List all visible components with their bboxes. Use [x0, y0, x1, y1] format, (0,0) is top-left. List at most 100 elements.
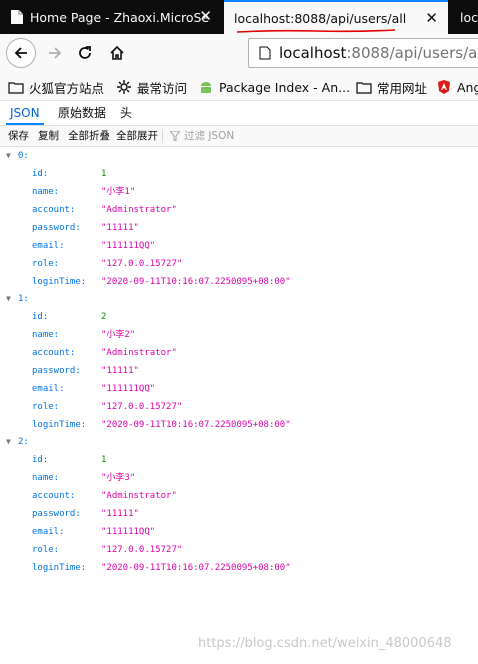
- json-value: "127.0.0.15727": [101, 545, 183, 555]
- json-field-row: email: "111111QQ": [0, 523, 478, 541]
- bookmark-angular[interactable]: Ang: [436, 78, 478, 96]
- folder-icon: [356, 80, 372, 94]
- bookmark-package-index[interactable]: Package Index - An...: [198, 78, 350, 96]
- json-field-row: password: "11111": [0, 219, 478, 237]
- forward-button[interactable]: [40, 38, 70, 68]
- json-key: account:: [32, 205, 76, 215]
- json-value: "11111": [101, 223, 139, 233]
- json-key: role:: [32, 259, 60, 269]
- expand-toggle-icon[interactable]: ▼: [6, 290, 11, 308]
- json-toolbar: 保存 复制 全部折叠 全部展开 过滤 JSON: [0, 126, 478, 147]
- json-value: "111111QQ": [101, 527, 156, 537]
- json-value: "Adminstrator": [101, 205, 177, 215]
- collapse-all-button[interactable]: 全部折叠: [68, 126, 110, 146]
- url-bar[interactable]: localhost:8088/api/users/all: [248, 38, 478, 68]
- tab-title: loc: [460, 9, 478, 25]
- json-field-row: loginTime: "2020-09-11T10:16:07.2250095+0…: [0, 273, 478, 291]
- url-host: localhost: [279, 44, 347, 62]
- json-key: role:: [32, 402, 60, 412]
- angular-icon: [436, 80, 452, 94]
- filter-json-input[interactable]: 过滤 JSON: [170, 126, 234, 146]
- json-index: 1:: [18, 294, 29, 304]
- json-key: email:: [32, 527, 65, 537]
- json-value: 1: [101, 455, 107, 465]
- json-key: password:: [32, 223, 81, 233]
- json-value: "Adminstrator": [101, 348, 177, 358]
- expand-all-button[interactable]: 全部展开: [116, 126, 158, 146]
- arrow-left-icon: [14, 47, 27, 59]
- url-path: :8088/api/users/all: [346, 44, 478, 62]
- json-key: id:: [32, 169, 49, 179]
- bookmark-firefox-site[interactable]: 火狐官方站点: [8, 78, 104, 96]
- home-button[interactable]: [102, 38, 132, 68]
- json-key: name:: [32, 473, 60, 483]
- json-value: "11111": [101, 509, 139, 519]
- json-key: loginTime:: [32, 277, 87, 287]
- save-button[interactable]: 保存: [8, 126, 29, 146]
- bookmark-common-sites[interactable]: 常用网址: [356, 78, 427, 96]
- json-key: account:: [32, 491, 76, 501]
- json-key: name:: [32, 330, 60, 340]
- json-value: "小李2": [101, 330, 136, 340]
- back-button[interactable]: [6, 38, 36, 68]
- home-icon: [110, 45, 124, 60]
- json-field-row: name: "小李3": [0, 469, 478, 487]
- json-index: 2:: [18, 437, 29, 447]
- android-icon: [198, 80, 214, 94]
- json-field-row: name: "小李1": [0, 183, 478, 201]
- json-field-row: password: "11111": [0, 362, 478, 380]
- tab-strip: Home Page - Zhaoxi.MicroSe ✕ localhost:8…: [0, 0, 478, 34]
- json-field-row: role: "127.0.0.15727": [0, 541, 478, 559]
- json-field-row: password: "11111": [0, 505, 478, 523]
- json-key: email:: [32, 241, 65, 251]
- json-object-row[interactable]: ▼ 2:: [0, 433, 478, 451]
- page-icon: [11, 10, 23, 24]
- filter-icon: [170, 131, 180, 141]
- json-field-row: loginTime: "2020-09-11T10:16:07.2250095+0…: [0, 559, 478, 577]
- reload-icon: [79, 46, 91, 59]
- json-key: email:: [32, 384, 65, 394]
- json-viewer-tabs: JSON 原始数据 头: [0, 101, 478, 126]
- json-value: "2020-09-11T10:16:07.2250095+08:00": [101, 563, 291, 573]
- json-object-row[interactable]: ▼ 1:: [0, 290, 478, 308]
- json-field-row: id: 2: [0, 308, 478, 326]
- json-value: "127.0.0.15727": [101, 259, 183, 269]
- json-key: role:: [32, 545, 60, 555]
- expand-toggle-icon[interactable]: ▼: [6, 433, 11, 451]
- json-key: id:: [32, 312, 49, 322]
- json-field-row: name: "小李2": [0, 326, 478, 344]
- tab-home-page[interactable]: Home Page - Zhaoxi.MicroSe ✕: [0, 0, 222, 34]
- tab-headers[interactable]: 头: [120, 101, 132, 125]
- json-value: "Adminstrator": [101, 491, 177, 501]
- json-value: 2: [101, 312, 107, 322]
- json-value: "2020-09-11T10:16:07.2250095+08:00": [101, 420, 291, 430]
- copy-button[interactable]: 复制: [38, 126, 59, 146]
- reload-button[interactable]: [70, 38, 100, 68]
- json-field-row: account: "Adminstrator": [0, 201, 478, 219]
- bookmark-most-visited[interactable]: 最常访问: [116, 78, 187, 96]
- json-value: "2020-09-11T10:16:07.2250095+08:00": [101, 277, 291, 287]
- json-object-row[interactable]: ▼ 0:: [0, 147, 478, 165]
- close-tab-icon[interactable]: ✕: [425, 10, 438, 26]
- json-field-row: account: "Adminstrator": [0, 344, 478, 362]
- close-tab-icon[interactable]: ✕: [199, 8, 212, 24]
- navigation-toolbar: localhost:8088/api/users/all: [0, 34, 478, 74]
- json-key: account:: [32, 348, 76, 358]
- json-key: id:: [32, 455, 49, 465]
- json-key: name:: [32, 187, 60, 197]
- tab-json[interactable]: JSON: [6, 101, 44, 125]
- json-value: "111111QQ": [101, 384, 156, 394]
- expand-toggle-icon[interactable]: ▼: [6, 147, 11, 165]
- json-key: password:: [32, 509, 81, 519]
- tab-localhost[interactable]: loc: [452, 0, 478, 34]
- json-field-row: email: "111111QQ": [0, 237, 478, 255]
- json-field-row: loginTime: "2020-09-11T10:16:07.2250095+0…: [0, 416, 478, 434]
- json-value: 1: [101, 169, 107, 179]
- json-value: "11111": [101, 366, 139, 376]
- tab-raw-data[interactable]: 原始数据: [58, 101, 106, 125]
- json-field-row: account: "Adminstrator": [0, 487, 478, 505]
- bookmark-label: Ang: [457, 79, 478, 95]
- json-field-row: email: "111111QQ": [0, 380, 478, 398]
- bookmark-label: 最常访问: [137, 80, 188, 96]
- json-key: loginTime:: [32, 420, 87, 430]
